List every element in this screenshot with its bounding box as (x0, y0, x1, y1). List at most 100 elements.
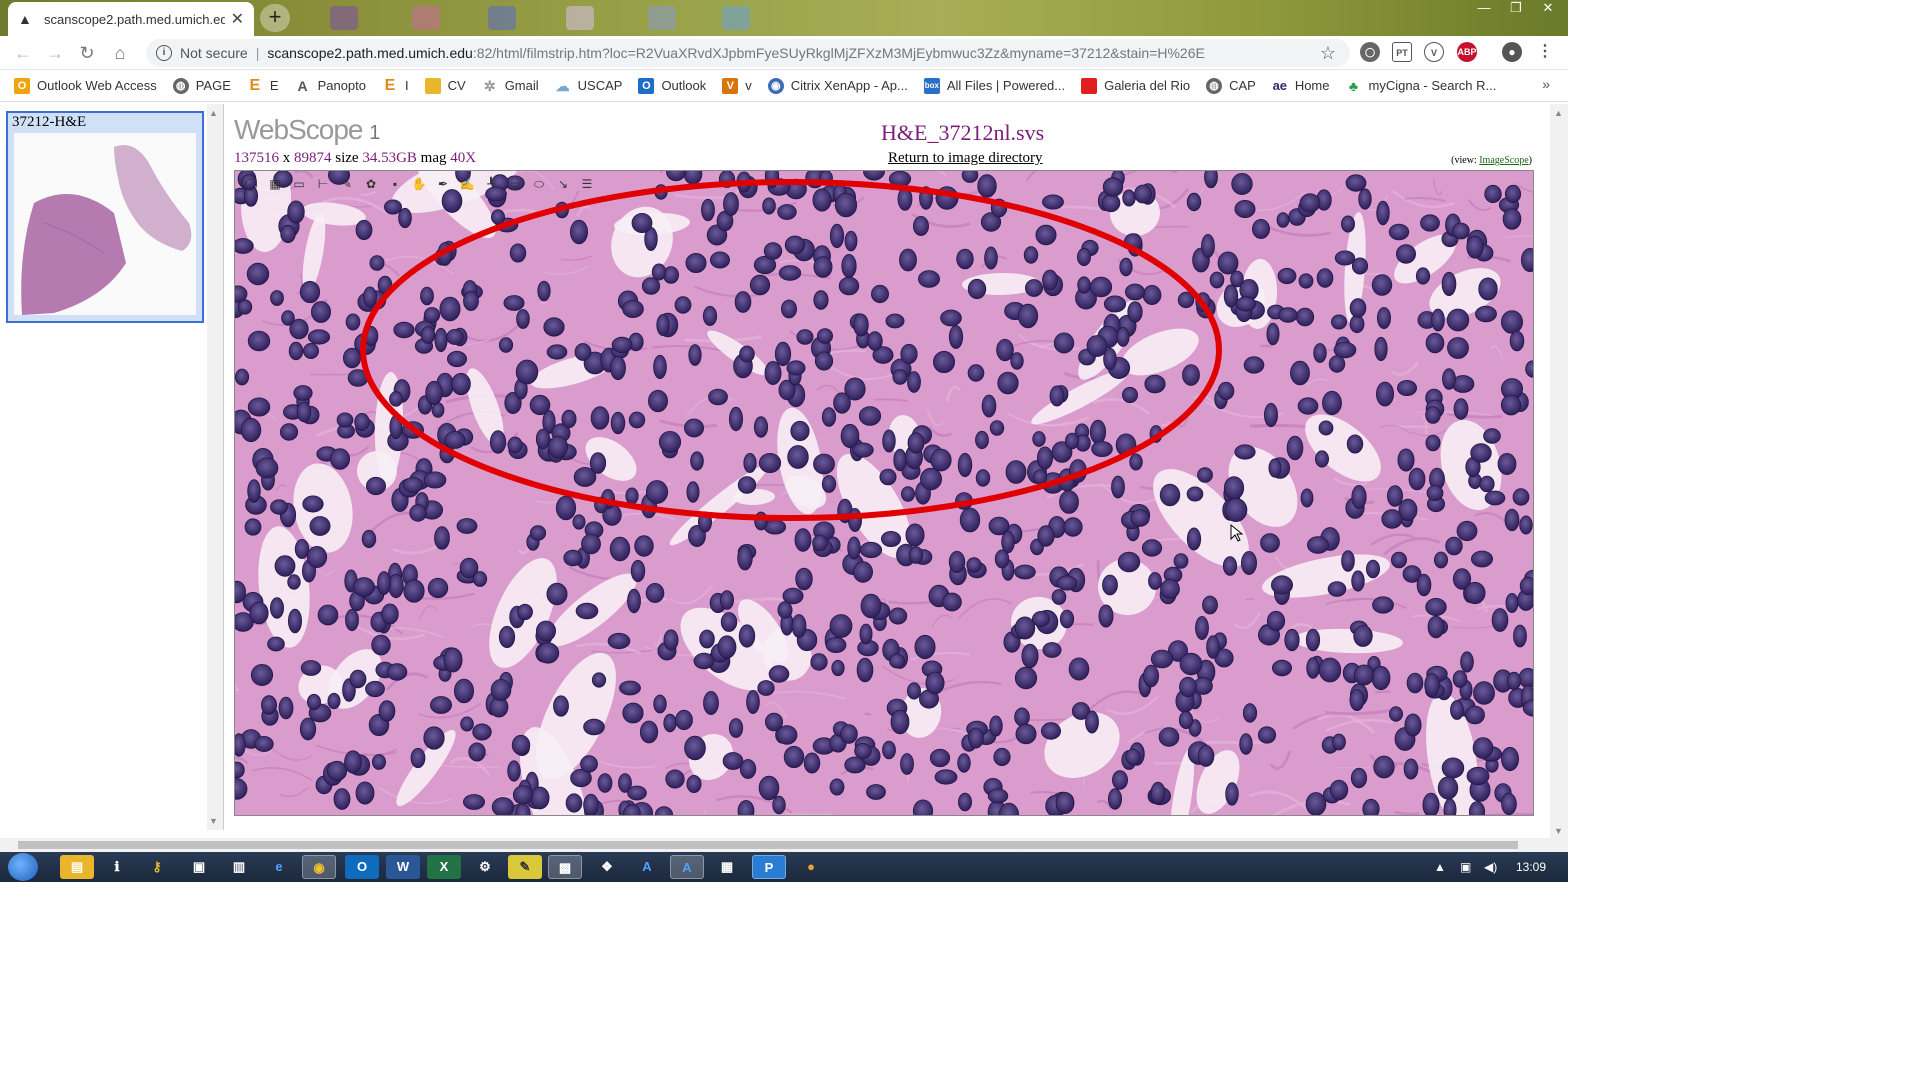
bookmark-item[interactable]: O Outlook Web Access (14, 77, 157, 94)
minimize-icon[interactable]: — (1470, 0, 1498, 18)
profile-avatar-icon[interactable]: ● (1502, 42, 1522, 62)
viewer-panel: WebScope 1 137516 x 89874 size 34.53GB m… (226, 104, 1550, 830)
e-icon: E (249, 76, 261, 94)
file-explorer-icon[interactable]: ▤ (60, 855, 94, 879)
text-tool-icon[interactable]: ☰ (577, 175, 597, 193)
logo-text: WebScope (234, 114, 363, 145)
panopto-icon: A (297, 77, 308, 94)
histology-image[interactable] (235, 171, 1534, 816)
bookmark-label: Home (1294, 78, 1330, 93)
pan-hand-icon[interactable]: ✋ (409, 175, 429, 193)
snapshot-icon[interactable]: ▦ (265, 175, 285, 193)
bookmark-item[interactable]: ☁ USCAP (555, 78, 623, 94)
slide-thumbnail[interactable]: 37212-H&E (6, 111, 204, 323)
app-a-icon[interactable]: A (630, 855, 664, 879)
volume-icon[interactable]: ◀) (1484, 860, 1497, 874)
bookmark-item[interactable]: EI (382, 77, 409, 94)
app-a-active-icon[interactable]: A (670, 855, 704, 879)
new-tab-button[interactable]: + (260, 4, 290, 32)
word-icon[interactable]: W (386, 855, 420, 879)
slide-viewport[interactable]: ◯ ▦ ▭ ⊢ ✎ ✿ ▪ ✋ ✒ ✍ ┸ ▭ ⬭ ↘ ☰ (234, 170, 1534, 816)
reload-icon[interactable]: ↻ (74, 40, 100, 66)
bookmark-label: USCAP (577, 78, 623, 93)
extension-pt-icon[interactable]: PT (1392, 42, 1412, 62)
play-icon[interactable]: ◯ (241, 175, 261, 193)
bookmark-item[interactable]: ◍ PAGE (172, 77, 231, 94)
imagescope-app-icon[interactable]: ▩ (548, 855, 582, 879)
measure-icon[interactable]: ┸ (481, 175, 501, 193)
browser-tab-strip: ▲ scanscope2.path.med.umich.edu ✕ + — ❐ … (0, 0, 1568, 36)
bookmark-item[interactable]: O Outlook (638, 77, 706, 94)
calculator-icon[interactable]: ▦ (710, 855, 744, 879)
bookmark-item[interactable]: ✲ Gmail (482, 78, 539, 94)
size-label: size (335, 150, 359, 166)
tray-expand-icon[interactable]: ▲ (1434, 860, 1446, 874)
sticky-notes-icon[interactable]: ✎ (508, 855, 542, 879)
back-icon[interactable]: ← (10, 40, 36, 66)
orange-app-icon[interactable]: ● (794, 855, 828, 879)
bookmark-item[interactable]: ◍ CAP (1206, 77, 1256, 94)
address-bar[interactable]: i Not secure | scanscope2.path.med.umich… (146, 39, 1350, 67)
excel-icon[interactable]: X (427, 855, 461, 879)
menu-kebab-icon[interactable]: ⋮ (1535, 42, 1555, 62)
bookmark-item[interactable]: ae Home (1272, 78, 1330, 94)
bookmark-item[interactable]: A Panopto (295, 77, 367, 94)
window-app-icon[interactable]: ▣ (182, 855, 216, 879)
ruler-icon[interactable]: ▭ (289, 175, 309, 193)
adblock-icon[interactable]: ABP (1457, 42, 1477, 62)
zoom-steps-icon[interactable]: ⊢ (313, 175, 333, 193)
bookmark-item[interactable]: ◉ Citrix XenApp - Ap... (767, 77, 908, 94)
security-label: Not secure (180, 45, 248, 61)
app-icon[interactable]: ❖ (590, 855, 624, 879)
clock[interactable]: 13:09 (1516, 860, 1546, 874)
close-window-icon[interactable]: ✕ (1534, 0, 1562, 18)
info-icon[interactable]: i (156, 45, 172, 61)
pen-tool-icon[interactable]: ✍ (457, 175, 477, 193)
notepad-icon[interactable]: ▥ (222, 855, 256, 879)
pen-icon[interactable]: ✒ (433, 175, 453, 193)
restore-icon[interactable]: ❐ (1502, 0, 1530, 18)
scrollbar-thumb[interactable] (18, 841, 1518, 849)
forward-icon[interactable]: → (42, 40, 68, 66)
rectangle-tool-icon[interactable]: ▭ (505, 175, 525, 193)
home-icon[interactable]: ⌂ (107, 40, 133, 66)
internet-explorer-icon[interactable]: e (262, 855, 296, 879)
scroll-up-icon[interactable]: ▲ (1554, 108, 1563, 118)
slide-height: 89874 (294, 150, 332, 166)
p-app-icon[interactable]: P (752, 855, 786, 879)
annotate-icon[interactable]: ✎ (337, 175, 357, 193)
info-app-icon[interactable]: ℹ (100, 855, 134, 879)
key-icon[interactable]: ⚷ (140, 855, 174, 879)
color-icon[interactable]: ✿ (361, 175, 381, 193)
outlook-web-icon: O (14, 77, 30, 94)
filmstrip-scrollbar[interactable]: ▲ ▼ (207, 104, 223, 830)
scroll-down-icon[interactable]: ▼ (209, 816, 218, 826)
horizontal-scrollbar[interactable] (0, 838, 1568, 852)
bookmark-item[interactable]: Galeria del Rio (1081, 77, 1190, 94)
taskbar-thumbnail-decoration (412, 6, 440, 30)
extension-v-icon[interactable]: V (1424, 42, 1444, 62)
gear-app-icon[interactable]: ⚙ (468, 855, 502, 879)
page-scrollbar[interactable]: ▲ ▼ (1550, 104, 1568, 840)
outlook-app-icon[interactable]: O (345, 855, 379, 879)
arrow-tool-icon[interactable]: ↘ (553, 175, 573, 193)
chrome-icon[interactable]: ◉ (302, 855, 336, 879)
scroll-down-icon[interactable]: ▼ (1554, 826, 1563, 836)
bookmark-item[interactable]: box All Files | Powered... (923, 77, 1065, 94)
close-tab-icon[interactable]: ✕ (231, 9, 244, 29)
bookmark-item[interactable]: EE (247, 76, 279, 94)
bookmark-item[interactable]: ♣ myCigna - Search R... (1346, 78, 1496, 94)
bookmark-item[interactable]: Vv (722, 77, 752, 94)
scroll-up-icon[interactable]: ▲ (209, 108, 218, 118)
start-button[interactable] (8, 853, 38, 881)
browser-tab[interactable]: ▲ scanscope2.path.med.umich.edu ✕ (8, 2, 254, 36)
bookmark-item[interactable]: CV (424, 77, 466, 94)
save-icon[interactable]: ▪ (385, 175, 405, 193)
imagescope-link[interactable]: ImageScope (1479, 155, 1528, 166)
bookmarks-overflow-icon[interactable]: » (1542, 76, 1550, 92)
ellipse-tool-icon[interactable]: ⬭ (529, 175, 549, 193)
bookmark-star-icon[interactable]: ☆ (1320, 43, 1336, 64)
return-to-directory-link[interactable]: Return to image directory (888, 150, 1043, 167)
network-icon[interactable]: ▣ (1460, 860, 1471, 874)
extension-circle-icon[interactable]: ◯ (1360, 42, 1380, 62)
